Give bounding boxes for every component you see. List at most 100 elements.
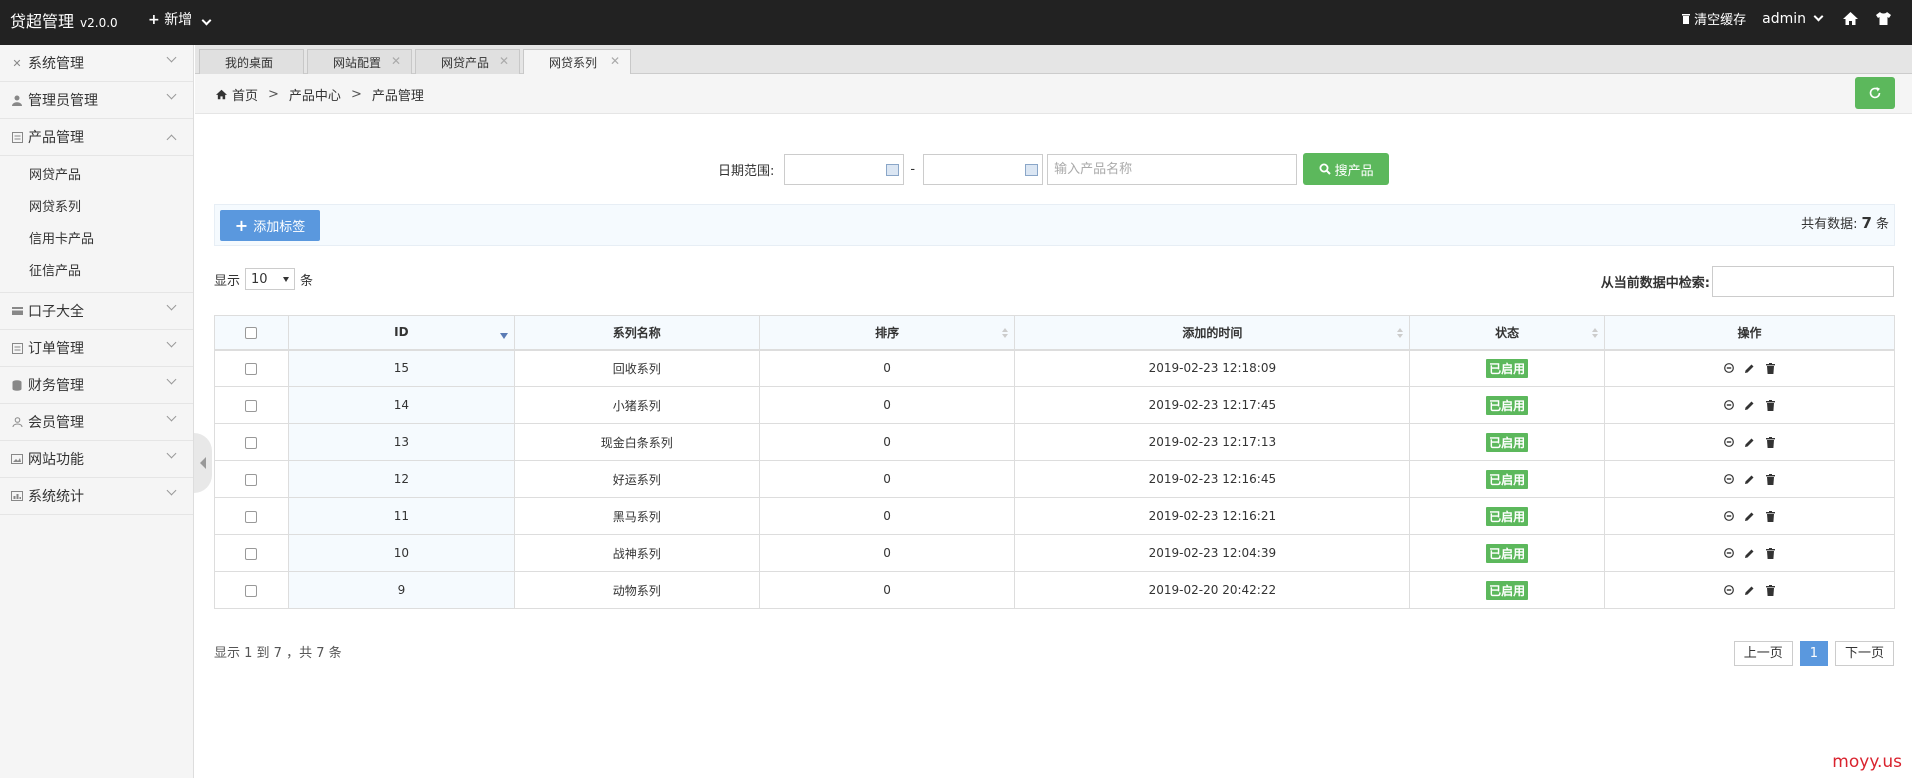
table-row[interactable]: 9 动物系列 0 2019-02-20 20:42:22 已启用 [214, 571, 1895, 609]
add-tag-button[interactable]: + 添加标签 [220, 210, 320, 241]
table-row[interactable]: 12 好运系列 0 2019-02-23 12:16:45 已启用 [214, 460, 1895, 498]
table-row[interactable]: 14 小猪系列 0 2019-02-23 12:17:45 已启用 [214, 386, 1895, 424]
row-checkbox[interactable] [245, 362, 258, 375]
sidebar-item-admins[interactable]: 管理员管理 [0, 82, 193, 119]
edit-icon[interactable] [1744, 473, 1756, 485]
close-icon[interactable]: ✕ [610, 54, 620, 68]
products-submenu: 网贷产品 网贷系列 信用卡产品 征信产品 [0, 156, 193, 293]
prev-page-button[interactable]: 上一页 [1733, 641, 1793, 666]
status-badge[interactable]: 已启用 [1486, 358, 1529, 378]
edit-icon[interactable] [1744, 436, 1756, 448]
home-button[interactable] [1842, 11, 1859, 26]
close-icon[interactable]: ✕ [499, 54, 509, 68]
submenu-item-loan-products[interactable]: 网贷产品 [0, 160, 193, 192]
tab-my-desktop[interactable]: 我的桌面 [199, 49, 304, 74]
breadcrumb-separator: > [350, 87, 362, 102]
row-checkbox[interactable] [245, 436, 258, 449]
trash-icon[interactable] [1765, 399, 1777, 411]
sidebar-item-site-functions[interactable]: 网站功能 [0, 441, 193, 478]
table-row[interactable]: 13 现金白条系列 0 2019-02-23 12:17:13 已启用 [214, 423, 1895, 461]
status-badge[interactable]: 已启用 [1486, 432, 1529, 452]
row-checkbox[interactable] [245, 510, 258, 523]
edit-icon[interactable] [1744, 584, 1756, 596]
sidebar-item-statistics[interactable]: 系统统计 [0, 478, 193, 515]
disable-icon[interactable] [1723, 547, 1735, 559]
column-header-status[interactable]: 状态 [1409, 315, 1606, 351]
breadcrumb-home[interactable]: 首页 [215, 85, 258, 104]
tab-loan-products[interactable]: 网贷产品 ✕ [415, 49, 520, 74]
end-date-input[interactable] [923, 153, 1044, 185]
trash-icon[interactable] [1765, 510, 1777, 522]
trash-icon[interactable] [1765, 436, 1777, 448]
page-length-select[interactable]: 10 [245, 268, 296, 290]
sidebar-item-orders[interactable]: 订单管理 [0, 330, 193, 367]
edit-icon[interactable] [1744, 399, 1756, 411]
disable-icon[interactable] [1723, 362, 1735, 374]
disable-icon[interactable] [1723, 399, 1735, 411]
add-new-menu[interactable]: + 新增 [148, 9, 214, 29]
start-date-input[interactable] [784, 153, 905, 185]
trash-icon[interactable] [1765, 584, 1777, 596]
sidebar-item-finance[interactable]: 财务管理 [0, 367, 193, 404]
row-checkbox[interactable] [245, 584, 258, 597]
edit-icon[interactable] [1744, 362, 1756, 374]
time-cell: 2019-02-23 12:04:39 [1014, 534, 1411, 572]
tab-loan-series[interactable]: 网贷系列 ✕ [523, 49, 631, 75]
time-cell: 2019-02-20 20:42:22 [1014, 571, 1411, 609]
disable-icon[interactable] [1723, 584, 1735, 596]
clear-cache-button[interactable]: 清空缓存 [1681, 9, 1746, 28]
submenu-item-credit-card[interactable]: 信用卡产品 [0, 224, 193, 256]
table-row[interactable]: 15 回收系列 0 2019-02-23 12:18:09 已启用 [214, 349, 1895, 387]
edit-icon[interactable] [1744, 510, 1756, 522]
status-badge[interactable]: 已启用 [1486, 469, 1529, 489]
column-header-time[interactable]: 添加的时间 [1014, 315, 1411, 351]
brand[interactable]: 贷超管理 v2.0.0 [10, 8, 118, 32]
row-checkbox[interactable] [245, 473, 258, 486]
column-header-id[interactable]: ID [287, 315, 515, 351]
column-header-sort[interactable]: 排序 [758, 315, 1016, 351]
sidebar-item-loan-sources[interactable]: 口子大全 [0, 293, 193, 330]
status-badge[interactable]: 已启用 [1486, 543, 1529, 563]
sidebar-item-products[interactable]: 产品管理 [0, 119, 193, 156]
search-products-button[interactable]: 搜产品 [1303, 153, 1390, 185]
status-badge[interactable]: 已启用 [1486, 506, 1529, 526]
column-label: ID [394, 325, 409, 340]
trash-icon[interactable] [1765, 362, 1777, 374]
row-checkbox[interactable] [245, 399, 258, 412]
row-select-cell [214, 460, 289, 498]
submenu-item-loan-series[interactable]: 网贷系列 [0, 192, 193, 224]
filter-input[interactable] [1712, 266, 1894, 297]
sidebar-item-system[interactable]: ✕ 系统管理 [0, 45, 193, 82]
home-icon [216, 89, 227, 100]
select-all-checkbox[interactable] [245, 326, 258, 339]
disable-icon[interactable] [1723, 510, 1735, 522]
row-select-cell [214, 386, 289, 424]
edit-icon[interactable] [1744, 547, 1756, 559]
sort-icon [1397, 328, 1404, 340]
table-row[interactable]: 11 黑马系列 0 2019-02-23 12:16:21 已启用 [214, 497, 1895, 535]
breadcrumb-level1[interactable]: 产品中心 [289, 85, 341, 104]
status-badge[interactable]: 已启用 [1486, 395, 1529, 415]
sort-cell: 0 [758, 349, 1016, 387]
trash-icon[interactable] [1765, 473, 1777, 485]
tab-site-config[interactable]: 网站配置 ✕ [307, 49, 412, 74]
trash-icon[interactable] [1765, 547, 1777, 559]
table-row[interactable]: 10 战神系列 0 2019-02-23 12:04:39 已启用 [214, 534, 1895, 572]
product-name-input[interactable] [1047, 153, 1298, 185]
disable-icon[interactable] [1723, 473, 1735, 485]
status-cell: 已启用 [1409, 460, 1606, 498]
close-icon[interactable]: ✕ [391, 54, 401, 68]
sidebar-collapse-handle[interactable] [194, 433, 212, 493]
next-page-button[interactable]: 下一页 [1834, 641, 1894, 666]
user-menu[interactable]: admin [1762, 11, 1826, 27]
disable-icon[interactable] [1723, 436, 1735, 448]
page-1-button[interactable]: 1 [1799, 641, 1828, 666]
status-badge[interactable]: 已启用 [1486, 580, 1529, 600]
sidebar-item-members[interactable]: 会员管理 [0, 404, 193, 441]
search-form: 日期范围: - 搜产品 [718, 153, 1390, 185]
row-checkbox[interactable] [245, 547, 258, 560]
skin-button[interactable] [1875, 11, 1892, 26]
submenu-item-credit-report[interactable]: 征信产品 [0, 256, 193, 288]
series-table: ID 系列名称 排序 添加的时间 状态 操作 15 回收系列 0 2019-02… [214, 315, 1895, 609]
refresh-button[interactable] [1855, 77, 1895, 109]
